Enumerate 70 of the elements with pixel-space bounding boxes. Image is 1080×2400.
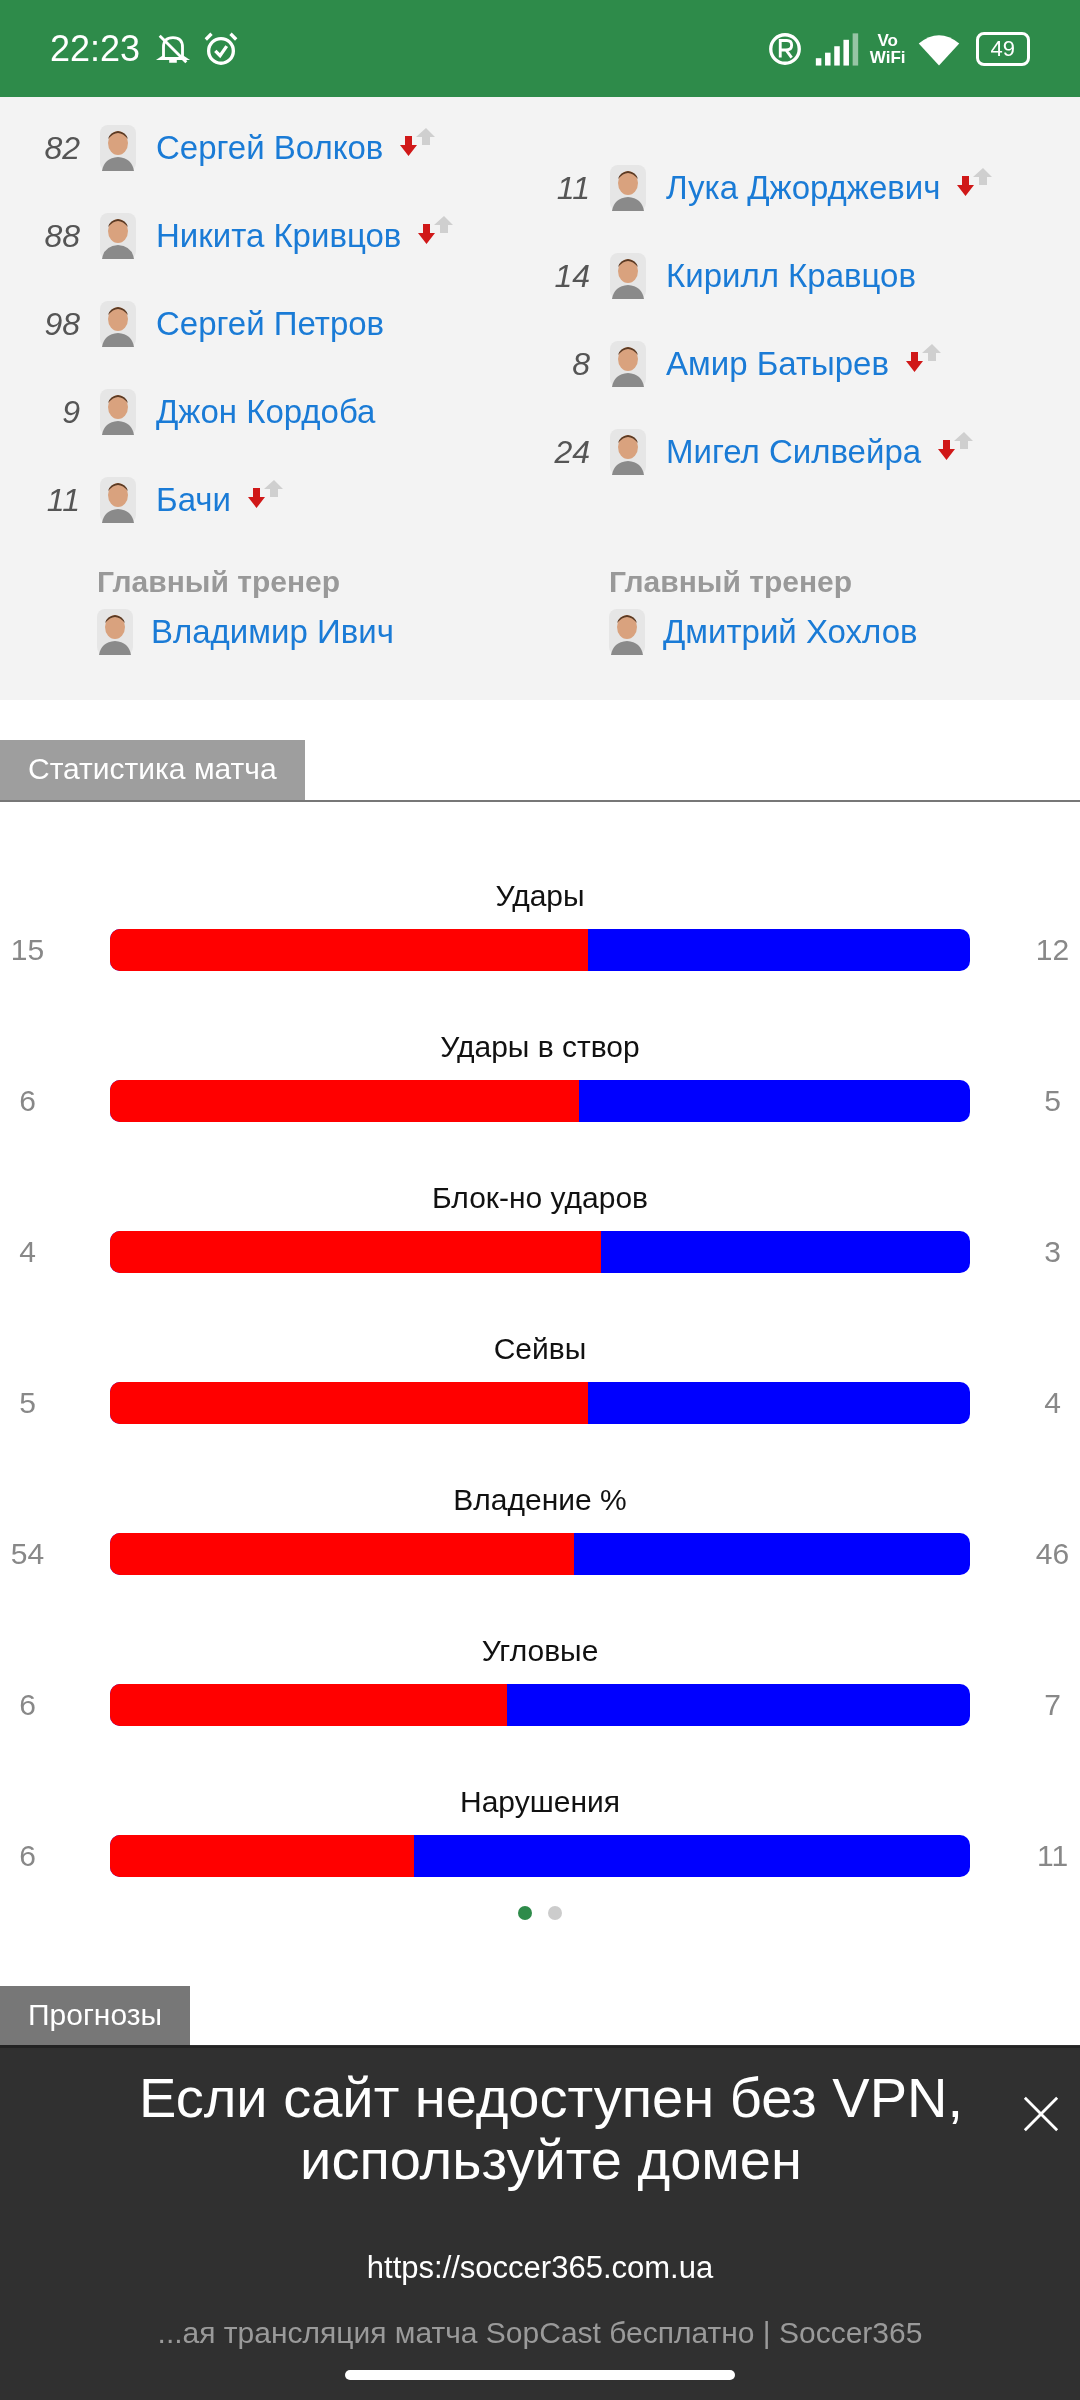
page-dot[interactable] <box>548 1906 562 1920</box>
substitution-icon <box>905 344 941 374</box>
stat-title: Удары в створ <box>440 1030 640 1065</box>
home-value: 4 <box>18 1235 37 1269</box>
away-value: 11 <box>1035 1839 1070 1873</box>
away-value: 7 <box>1043 1688 1062 1722</box>
stat-title: Владение % <box>453 1483 627 1518</box>
player-avatar <box>100 301 136 347</box>
home-value: 6 <box>18 1688 37 1722</box>
battery-icon: 49 <box>975 31 1030 66</box>
away-value: 3 <box>1043 1235 1062 1269</box>
player-name-link[interactable]: Сергей Петров <box>156 305 385 343</box>
shirt-number: 9 <box>61 393 80 431</box>
player-avatar <box>610 341 646 387</box>
shirt-number: 11 <box>555 169 590 207</box>
player-name-link[interactable]: Бачи <box>156 481 231 519</box>
player-name-link[interactable]: Мигел Силвейра <box>666 433 922 471</box>
coach-label: Главный тренер <box>609 564 854 599</box>
away-value: 4 <box>1043 1386 1062 1420</box>
substitution-icon <box>937 432 974 462</box>
home-value: 54 <box>9 1537 46 1571</box>
player-name-link[interactable]: Лука Джорджевич <box>666 169 941 207</box>
away-value: 12 <box>1034 933 1071 967</box>
player-avatar <box>610 429 646 475</box>
player-avatar <box>610 165 646 211</box>
player-avatar <box>609 608 645 655</box>
coach-name-link[interactable]: Владимир Ивич <box>151 612 394 651</box>
player-avatar <box>100 125 136 171</box>
stat-title: Нарушения <box>460 1785 620 1820</box>
clock: 22:23 <box>50 27 141 70</box>
shirt-number: 14 <box>553 257 590 295</box>
stat-title: Сейвы <box>493 1332 587 1367</box>
shirt-number: 11 <box>45 481 80 519</box>
banner-headline: Если сайт недоступен без VPN, используйте домен <box>137 2067 965 2191</box>
substitution-icon <box>417 216 454 246</box>
page-title: ...ая трансляция матча SopCast бесплатно | Soccer365 <box>157 2316 923 2351</box>
home-value: 6 <box>18 1084 37 1118</box>
substitution-icon <box>399 128 436 158</box>
away-value: 5 <box>1043 1084 1062 1118</box>
player-name-link[interactable]: Кирилл Кравцов <box>666 257 916 295</box>
home-value: 6 <box>18 1839 37 1873</box>
home-value: 5 <box>18 1386 37 1420</box>
home-indicator[interactable] <box>345 2370 735 2381</box>
substitution-icon <box>246 480 283 510</box>
player-name-link[interactable]: Амир Батырев <box>666 345 889 383</box>
shirt-number: 98 <box>43 305 80 343</box>
away-value: 46 <box>1034 1537 1071 1571</box>
shirt-number: 88 <box>43 217 80 255</box>
page-dot[interactable] <box>518 1906 532 1920</box>
player-avatar <box>100 477 136 523</box>
player-name-link[interactable]: Джон Кордоба <box>156 393 376 431</box>
domain-link[interactable]: https://soccer365.com.ua <box>366 2250 714 2287</box>
stat-title: Удары <box>495 879 585 914</box>
coach-label: Главный тренер <box>97 564 342 599</box>
close-icon[interactable] <box>1022 2095 1060 2133</box>
shirt-number: 24 <box>553 433 590 471</box>
shirt-number: 8 <box>571 345 590 383</box>
player-name-link[interactable]: Сергей Волков <box>156 129 384 167</box>
player-avatar <box>100 213 136 259</box>
vowifi-label: Vo WiFi <box>869 31 906 66</box>
home-value: 15 <box>9 933 46 967</box>
stat-title: Угловые <box>481 1634 599 1669</box>
stat-title: Блок-но ударов <box>431 1181 649 1216</box>
coach-name-link[interactable]: Дмитрий Хохлов <box>663 612 918 651</box>
player-avatar <box>97 608 133 655</box>
player-avatar <box>100 389 136 435</box>
substitution-icon <box>956 168 993 198</box>
shirt-number: 82 <box>43 129 80 167</box>
player-avatar <box>610 253 646 299</box>
player-name-link[interactable]: Никита Кривцов <box>156 217 402 255</box>
